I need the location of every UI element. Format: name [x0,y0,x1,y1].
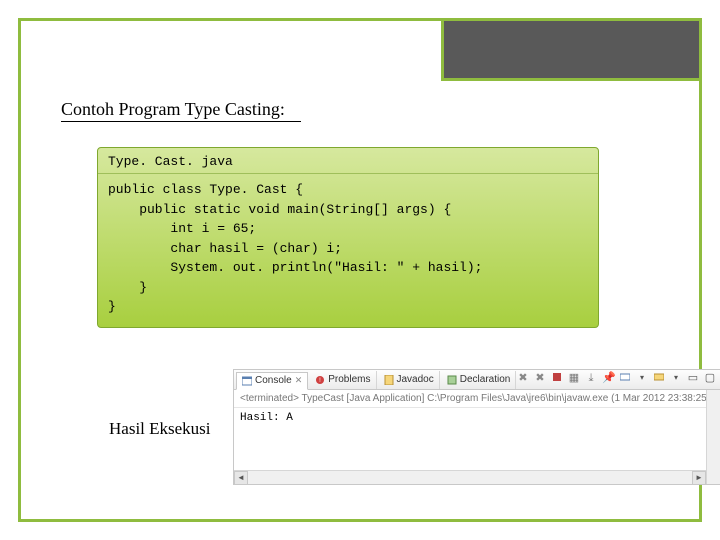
declaration-icon [447,375,457,385]
open-console-icon[interactable] [653,372,665,384]
problems-icon: ! [315,375,325,385]
title-underline [61,121,301,122]
console-tabbar: Console ✕ ! Problems Javadoc Declaration [234,370,720,390]
tab-label: Console [255,375,292,386]
javadoc-icon [384,375,394,385]
minimize-icon[interactable]: ▭ [687,372,699,384]
vertical-scrollbar[interactable] [706,390,720,484]
tab-label: Javadoc [397,374,434,385]
remove-all-icon[interactable]: ✖ [534,372,546,384]
console-status-line: <terminated> TypeCast [Java Application]… [234,390,720,408]
code-line: char hasil = (char) i; [108,241,342,256]
terminate-icon[interactable] [551,372,563,384]
corner-decoration [441,21,699,81]
dropdown-icon[interactable]: ▾ [636,372,648,384]
tab-label: Problems [328,374,370,385]
code-line: public class Type. Cast { [108,182,303,197]
tab-problems[interactable]: ! Problems [310,371,376,389]
code-line: System. out. println("Hasil: " + hasil); [108,260,482,275]
code-line: } [108,280,147,295]
slide-title: Contoh Program Type Casting: [61,99,285,120]
scroll-left-icon[interactable]: ◄ [234,471,248,485]
console-output: Hasil: A [234,408,720,464]
tab-console[interactable]: Console ✕ [236,372,308,390]
display-selected-icon[interactable] [619,372,631,384]
tab-label: Declaration [460,374,511,385]
code-block: Type. Cast. java public class Type. Cast… [97,147,599,328]
result-label: Hasil Eksekusi [109,419,211,439]
pin-console-icon[interactable]: 📌 [602,372,614,384]
dropdown-icon[interactable]: ▾ [670,372,682,384]
code-line: public static void main(String[] args) { [108,202,451,217]
scroll-lock-icon[interactable]: ⤓ [585,372,597,384]
horizontal-scrollbar[interactable]: ◄ ► [234,470,706,484]
tab-javadoc[interactable]: Javadoc [379,371,440,389]
remove-launch-icon[interactable]: ✖ [517,372,529,384]
tab-close-icon[interactable]: ✕ [295,375,303,386]
tab-declaration[interactable]: Declaration [442,371,517,389]
slide-frame: Contoh Program Type Casting: Type. Cast.… [18,18,702,522]
console-toolbar: ✖ ✖ ▦ ⤓ 📌 ▾ ▾ ▭ ▢ [517,372,716,384]
code-line: } [108,299,116,314]
console-icon [242,376,252,386]
code-filename: Type. Cast. java [98,148,598,174]
code-line: int i = 65; [108,221,256,236]
maximize-icon[interactable]: ▢ [704,372,716,384]
scroll-right-icon[interactable]: ► [692,471,706,485]
code-body: public class Type. Cast { public static … [98,174,598,327]
clear-console-icon[interactable]: ▦ [568,372,580,384]
eclipse-console-panel: Console ✕ ! Problems Javadoc Declaration [233,369,720,485]
